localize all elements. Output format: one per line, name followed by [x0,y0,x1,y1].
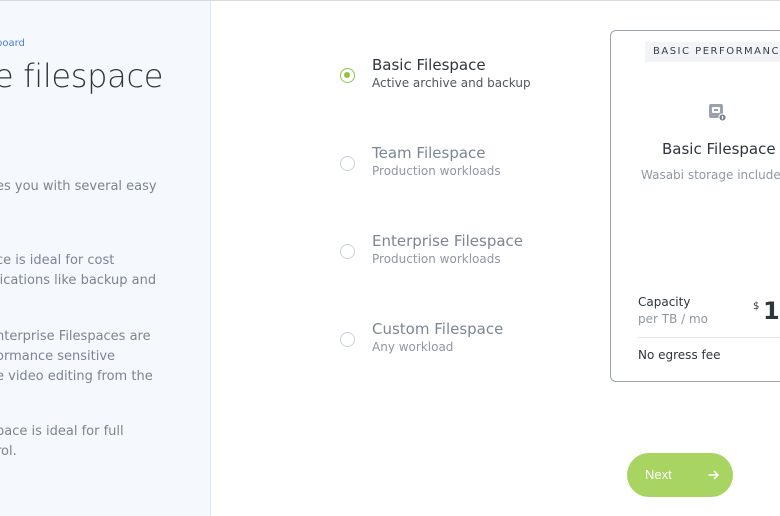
egress-note: No egress fee [638,348,721,362]
option-subtitle: Production workloads [372,252,501,266]
option-subtitle: Any workload [372,340,454,354]
storage-icon [709,104,727,122]
description-line: e video editing from the [0,369,153,384]
radio-unselected-icon[interactable] [340,332,355,347]
description-line: pace is ideal for full [0,424,124,439]
next-button-label: Next [645,467,672,482]
card-divider [638,337,780,338]
description-line: lications like backup and [0,273,157,288]
radio-selected-icon[interactable] [340,68,355,83]
card-subtitle: Wasabi storage include [641,168,780,182]
info-panel: board e filespace es you with several ea… [0,1,211,516]
page-title: e filespace [0,57,164,95]
description-paragraph: nterprise Filespaces are ormance sensiti… [0,327,153,387]
option-title: Team Filespace [372,144,486,162]
next-button[interactable]: Next [627,453,733,497]
breadcrumb-dashboard-link[interactable]: board [0,38,25,49]
description-line: ormance sensitive [0,349,116,364]
filespace-detail-card: BASIC PERFORMANCE Basic Filespace Wasabi… [610,30,780,382]
option-basic-filespace[interactable]: Basic Filespace Active archive and backu… [338,56,578,100]
option-subtitle: Production workloads [372,164,501,178]
option-title: Custom Filespace [372,320,504,338]
radio-unselected-icon[interactable] [340,244,355,259]
option-team-filespace[interactable]: Team Filespace Production workloads [338,144,578,188]
performance-badge: BASIC PERFORMANCE [645,42,780,62]
price-currency: $ [753,301,760,312]
capacity-unit: per TB / mo [638,312,709,326]
description-line: rol. [0,444,17,459]
option-enterprise-filespace[interactable]: Enterprise Filespace Production workload… [338,232,578,276]
description-line: es you with several easy [0,179,157,194]
capacity-label: Capacity [638,295,691,309]
card-title: Basic Filespace [662,140,776,158]
radio-unselected-icon[interactable] [340,156,355,171]
description-line: nterprise Filespaces are [0,329,151,344]
arrow-right-icon [708,470,719,480]
option-title: Basic Filespace [372,56,486,74]
description-paragraph: es you with several easy [0,177,157,197]
option-subtitle: Active archive and backup [372,76,531,90]
price-value: 1 [763,297,780,325]
option-custom-filespace[interactable]: Custom Filespace Any workload [338,320,578,364]
description-paragraph: pace is ideal for full rol. [0,422,124,462]
description-paragraph: ce is ideal for cost lications like back… [0,251,156,291]
option-title: Enterprise Filespace [372,232,524,250]
description-line: ce is ideal for cost [0,253,115,268]
